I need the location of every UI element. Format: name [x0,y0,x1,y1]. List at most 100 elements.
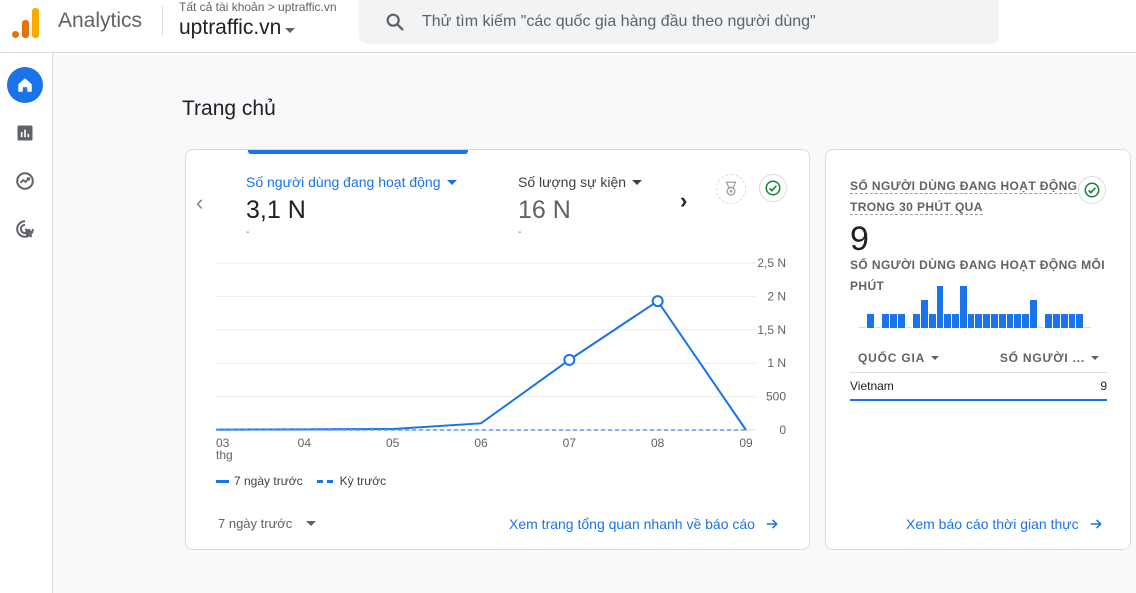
minute-bar[interactable] [913,314,921,328]
insights-badge-icon[interactable] [716,174,746,204]
legend-item-current: 7 ngày trước [216,474,303,488]
legend-label: Kỳ trước [339,474,387,488]
minute-bar[interactable] [882,314,890,328]
realtime-title-line2: TRONG 30 PHÚT QUA [850,200,983,215]
realtime-card: SỐ NGƯỜI DÙNG ĐANG HOẠT ĐỘNG TRONG 30 PH… [825,149,1131,550]
minute-bar[interactable] [991,314,998,328]
check-circle-icon[interactable] [759,174,787,202]
legend-item-previous: Kỳ trước [316,474,387,488]
date-range-value: 7 ngày trước [218,516,293,531]
metric-tab-event-count[interactable]: Số lượng sự kiện 16 N - [518,174,643,238]
country-cell: Vietnam [850,379,894,393]
column-header-country[interactable]: QUỐC GIA [858,351,940,365]
data-point [563,353,576,366]
share-bar [850,399,1107,401]
x-tick-label: 08 [651,436,665,450]
chevron-down-icon [306,521,317,526]
arrow-right-icon [766,519,778,529]
country-table: QUỐC GIA SỐ NGƯỜI ... Vietnam 9 [850,343,1107,401]
nav-reports[interactable] [7,115,43,151]
minute-bar[interactable] [859,327,866,328]
minute-bar[interactable] [967,314,975,328]
nav-explore[interactable] [7,163,43,199]
x-tick-label: 06 [474,436,488,450]
minute-bar[interactable] [1029,300,1037,328]
line-chart: 05001 N1,5 N2 N2,5 N03thg04 05 06 07 08 09 [215,256,786,462]
minute-bar[interactable] [874,327,882,328]
legend-swatch-solid [216,479,229,483]
legend-label: 7 ngày trước [234,474,303,488]
minute-bar[interactable] [936,286,944,328]
search-icon [386,13,404,31]
minute-bar[interactable] [897,314,905,328]
data-point [651,295,664,308]
minute-bar[interactable] [1053,314,1060,328]
search-input[interactable] [422,13,962,31]
minute-bar[interactable] [866,314,874,328]
chevron-down-icon [1091,355,1099,360]
metric-value: 3,1 N [246,196,306,224]
current-period-line [215,299,747,431]
table-header: QUỐC GIA SỐ NGƯỜI ... [850,343,1107,373]
x-tick-label: 09 [739,436,753,450]
link-label: Xem báo cáo thời gian thực [906,516,1079,532]
column-label: SỐ NGƯỜI ... [999,350,1085,365]
y-tick-label: 0 [779,423,786,437]
minute-bar[interactable] [1068,314,1076,328]
analytics-logo[interactable] [12,6,40,38]
home-icon [18,78,32,92]
minute-bar[interactable] [1006,314,1014,328]
minute-bar[interactable] [1037,327,1045,328]
nav-advertising[interactable] [7,211,43,247]
nav-home[interactable] [7,67,43,103]
minute-bar[interactable] [975,314,983,328]
metric-label: Số lượng sự kiện [518,174,627,190]
minute-bar[interactable] [928,314,936,328]
minute-bar[interactable] [952,314,959,328]
minute-bar[interactable] [1045,314,1053,328]
minute-bar[interactable] [1084,327,1091,328]
minute-bar[interactable] [998,314,1006,328]
minute-bar[interactable] [1060,314,1068,328]
overview-card: ‹ Số người dùng đang hoạt động 3,1 N - S… [185,149,810,550]
y-tick-label: 2,5 N [757,256,786,270]
per-minute-bar-chart [859,280,1091,328]
metric-tab-active-users[interactable]: Số người dùng đang hoạt động 3,1 N - [246,174,457,238]
search-bar[interactable] [359,0,999,44]
x-tick-label: 04 [298,436,312,450]
x-tick-label: 05 [386,436,400,450]
header-divider [162,6,163,36]
minute-bar[interactable] [890,314,897,328]
view-realtime-link[interactable]: Xem báo cáo thời gian thực [906,516,1103,532]
metric-value: 16 N [518,196,571,224]
selected-metric-indicator [248,150,468,154]
minute-bar[interactable] [921,300,928,328]
minute-bar[interactable] [1076,314,1084,328]
minute-bar[interactable] [1022,314,1029,328]
minute-bar[interactable] [944,314,952,328]
minute-bar[interactable] [905,327,913,328]
date-range-select[interactable]: 7 ngày trước [218,516,317,531]
chevron-right-icon[interactable]: › [680,188,687,214]
minute-bar[interactable] [983,314,991,328]
breadcrumb[interactable]: Tất cả tài khoản > uptraffic.vn [179,0,337,14]
realtime-title[interactable]: SỐ NGƯỜI DÙNG ĐANG HOẠT ĐỘNG TRONG 30 PH… [850,176,1078,218]
users-cell: 9 [1100,379,1107,393]
target-cursor-icon [16,220,34,238]
page-title: Trang chủ [182,97,276,120]
y-tick-label: 1 N [767,356,786,370]
property-selector[interactable]: uptraffic.vn [179,16,296,40]
y-tick-label: 1,5 N [757,323,786,337]
realtime-active-users-value: 9 [850,220,869,258]
view-reports-snapshot-link[interactable]: Xem trang tổng quan nhanh về báo cáo [509,516,779,532]
minute-bar[interactable] [959,286,967,328]
minute-bar[interactable] [1014,314,1022,328]
legend-swatch-dashed [316,479,335,483]
metric-change: - [518,227,522,238]
top-bar: Analytics Tất cả tài khoản > uptraffic.v… [0,0,1136,53]
chevron-down-icon [931,355,940,360]
x-tick-label: 07 [563,436,577,450]
check-circle-icon[interactable] [1078,176,1106,204]
column-header-users[interactable]: SỐ NGƯỜI ... [1000,351,1099,365]
chevron-left-icon[interactable]: ‹ [196,190,203,216]
